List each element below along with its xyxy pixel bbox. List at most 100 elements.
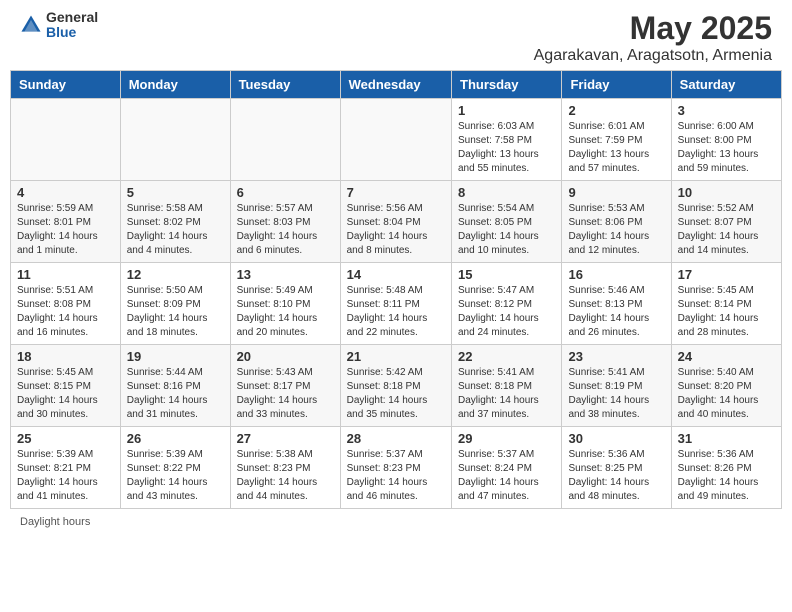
day-number: 26 (127, 431, 224, 446)
cell-info: Sunrise: 6:00 AM Sunset: 8:00 PM Dayligh… (678, 120, 775, 176)
day-number: 3 (678, 103, 775, 118)
calendar-cell: 17 Sunrise: 5:45 AM Sunset: 8:14 PM Dayli… (671, 263, 781, 345)
cell-info: Sunrise: 6:03 AM Sunset: 7:58 PM Dayligh… (458, 120, 555, 176)
cell-info: Sunrise: 5:36 AM Sunset: 8:25 PM Dayligh… (568, 448, 664, 504)
calendar-cell: 1 Sunrise: 6:03 AM Sunset: 7:58 PM Daylig… (452, 99, 562, 181)
calendar-cell: 25 Sunrise: 5:39 AM Sunset: 8:21 PM Dayli… (11, 427, 121, 509)
day-number: 31 (678, 431, 775, 446)
calendar-cell: 12 Sunrise: 5:50 AM Sunset: 8:09 PM Dayli… (120, 263, 230, 345)
calendar-cell: 23 Sunrise: 5:41 AM Sunset: 8:19 PM Dayli… (562, 345, 671, 427)
logo-blue: Blue (46, 25, 98, 40)
day-number: 25 (17, 431, 114, 446)
day-header-saturday: Saturday (671, 71, 781, 99)
title-section: May 2025 Agarakavan, Aragatsotn, Armenia (534, 10, 772, 65)
calendar-cell: 28Sunrise: 5:37 AM Sunset: 8:23 PM Dayli… (340, 427, 451, 509)
cell-info: Sunrise: 5:37 AM Sunset: 8:24 PM Dayligh… (458, 448, 555, 504)
calendar-cell: 18Sunrise: 5:45 AM Sunset: 8:15 PM Dayli… (11, 345, 121, 427)
calendar-week-3: 11 Sunrise: 5:51 AM Sunset: 8:08 PM Dayli… (11, 263, 782, 345)
cell-info: Sunrise: 5:48 AM Sunset: 8:11 PM Dayligh… (347, 284, 445, 340)
day-number: 15 (458, 267, 555, 282)
cell-info: Sunrise: 5:49 AM Sunset: 8:10 PM Dayligh… (237, 284, 334, 340)
calendar-week-4: 18Sunrise: 5:45 AM Sunset: 8:15 PM Dayli… (11, 345, 782, 427)
day-number: 5 (127, 185, 224, 200)
calendar-week-5: 25 Sunrise: 5:39 AM Sunset: 8:21 PM Dayli… (11, 427, 782, 509)
day-number: 23 (568, 349, 664, 364)
calendar-cell (230, 99, 340, 181)
day-header-thursday: Thursday (452, 71, 562, 99)
day-number: 22 (458, 349, 555, 364)
cell-info: Sunrise: 5:41 AM Sunset: 8:19 PM Dayligh… (568, 366, 664, 422)
day-header-wednesday: Wednesday (340, 71, 451, 99)
day-number: 16 (568, 267, 664, 282)
calendar-cell: 26 Sunrise: 5:39 AM Sunset: 8:22 PM Dayli… (120, 427, 230, 509)
calendar-cell: 10Sunrise: 5:52 AM Sunset: 8:07 PM Dayli… (671, 181, 781, 263)
day-header-sunday: Sunday (11, 71, 121, 99)
calendar-week-1: 1 Sunrise: 6:03 AM Sunset: 7:58 PM Daylig… (11, 99, 782, 181)
cell-info: Sunrise: 5:51 AM Sunset: 8:08 PM Dayligh… (17, 284, 114, 340)
calendar-cell: 3 Sunrise: 6:00 AM Sunset: 8:00 PM Daylig… (671, 99, 781, 181)
day-number: 30 (568, 431, 664, 446)
calendar-cell (340, 99, 451, 181)
calendar-cell: 30 Sunrise: 5:36 AM Sunset: 8:25 PM Dayli… (562, 427, 671, 509)
day-header-friday: Friday (562, 71, 671, 99)
calendar-cell: 9Sunrise: 5:53 AM Sunset: 8:06 PM Daylig… (562, 181, 671, 263)
cell-info: Sunrise: 5:37 AM Sunset: 8:23 PM Dayligh… (347, 448, 445, 504)
day-number: 9 (568, 185, 664, 200)
calendar-cell: 21Sunrise: 5:42 AM Sunset: 8:18 PM Dayli… (340, 345, 451, 427)
cell-info: Sunrise: 6:01 AM Sunset: 7:59 PM Dayligh… (568, 120, 664, 176)
calendar-cell: 20 Sunrise: 5:43 AM Sunset: 8:17 PM Dayli… (230, 345, 340, 427)
cell-info: Sunrise: 5:40 AM Sunset: 8:20 PM Dayligh… (678, 366, 775, 422)
day-header-tuesday: Tuesday (230, 71, 340, 99)
calendar-week-2: 4Sunrise: 5:59 AM Sunset: 8:01 PM Daylig… (11, 181, 782, 263)
calendar-cell: 15 Sunrise: 5:47 AM Sunset: 8:12 PM Dayli… (452, 263, 562, 345)
calendar-cell: 31 Sunrise: 5:36 AM Sunset: 8:26 PM Dayli… (671, 427, 781, 509)
cell-info: Sunrise: 5:47 AM Sunset: 8:12 PM Dayligh… (458, 284, 555, 340)
day-number: 17 (678, 267, 775, 282)
calendar-cell: 5Sunrise: 5:58 AM Sunset: 8:02 PM Daylig… (120, 181, 230, 263)
cell-info: Sunrise: 5:57 AM Sunset: 8:03 PM Dayligh… (237, 202, 334, 258)
calendar-cell: 2 Sunrise: 6:01 AM Sunset: 7:59 PM Daylig… (562, 99, 671, 181)
day-number: 7 (347, 185, 445, 200)
calendar-cell: 16 Sunrise: 5:46 AM Sunset: 8:13 PM Dayli… (562, 263, 671, 345)
calendar-cell: 22Sunrise: 5:41 AM Sunset: 8:18 PM Dayli… (452, 345, 562, 427)
day-number: 19 (127, 349, 224, 364)
cell-info: Sunrise: 5:52 AM Sunset: 8:07 PM Dayligh… (678, 202, 775, 258)
logo: General Blue (20, 10, 98, 41)
calendar-table: SundayMondayTuesdayWednesdayThursdayFrid… (10, 70, 782, 509)
logo-text: General Blue (46, 10, 98, 41)
cell-info: Sunrise: 5:39 AM Sunset: 8:22 PM Dayligh… (127, 448, 224, 504)
cell-info: Sunrise: 5:39 AM Sunset: 8:21 PM Dayligh… (17, 448, 114, 504)
cell-info: Sunrise: 5:46 AM Sunset: 8:13 PM Dayligh… (568, 284, 664, 340)
calendar-cell (120, 99, 230, 181)
main-title: May 2025 (534, 10, 772, 47)
calendar-cell: 13 Sunrise: 5:49 AM Sunset: 8:10 PM Dayli… (230, 263, 340, 345)
cell-info: Sunrise: 5:54 AM Sunset: 8:05 PM Dayligh… (458, 202, 555, 258)
cell-info: Sunrise: 5:50 AM Sunset: 8:09 PM Dayligh… (127, 284, 224, 340)
logo-general: General (46, 10, 98, 25)
calendar-cell: 4Sunrise: 5:59 AM Sunset: 8:01 PM Daylig… (11, 181, 121, 263)
day-number: 6 (237, 185, 334, 200)
calendar-cell: 19Sunrise: 5:44 AM Sunset: 8:16 PM Dayli… (120, 345, 230, 427)
cell-info: Sunrise: 5:36 AM Sunset: 8:26 PM Dayligh… (678, 448, 775, 504)
calendar-cell: 27Sunrise: 5:38 AM Sunset: 8:23 PM Dayli… (230, 427, 340, 509)
calendar-cell (11, 99, 121, 181)
logo-icon (20, 14, 42, 36)
cell-info: Sunrise: 5:59 AM Sunset: 8:01 PM Dayligh… (17, 202, 114, 258)
day-number: 13 (237, 267, 334, 282)
cell-info: Sunrise: 5:42 AM Sunset: 8:18 PM Dayligh… (347, 366, 445, 422)
day-number: 2 (568, 103, 664, 118)
day-number: 20 (237, 349, 334, 364)
day-number: 8 (458, 185, 555, 200)
calendar-cell: 24Sunrise: 5:40 AM Sunset: 8:20 PM Dayli… (671, 345, 781, 427)
day-header-monday: Monday (120, 71, 230, 99)
day-number: 1 (458, 103, 555, 118)
calendar-cell: 14Sunrise: 5:48 AM Sunset: 8:11 PM Dayli… (340, 263, 451, 345)
day-number: 11 (17, 267, 114, 282)
calendar-cell: 11 Sunrise: 5:51 AM Sunset: 8:08 PM Dayli… (11, 263, 121, 345)
day-number: 12 (127, 267, 224, 282)
day-number: 18 (17, 349, 114, 364)
calendar-cell: 6 Sunrise: 5:57 AM Sunset: 8:03 PM Daylig… (230, 181, 340, 263)
cell-info: Sunrise: 5:45 AM Sunset: 8:14 PM Dayligh… (678, 284, 775, 340)
cell-info: Sunrise: 5:43 AM Sunset: 8:17 PM Dayligh… (237, 366, 334, 422)
daylight-note: Daylight hours (0, 511, 792, 533)
